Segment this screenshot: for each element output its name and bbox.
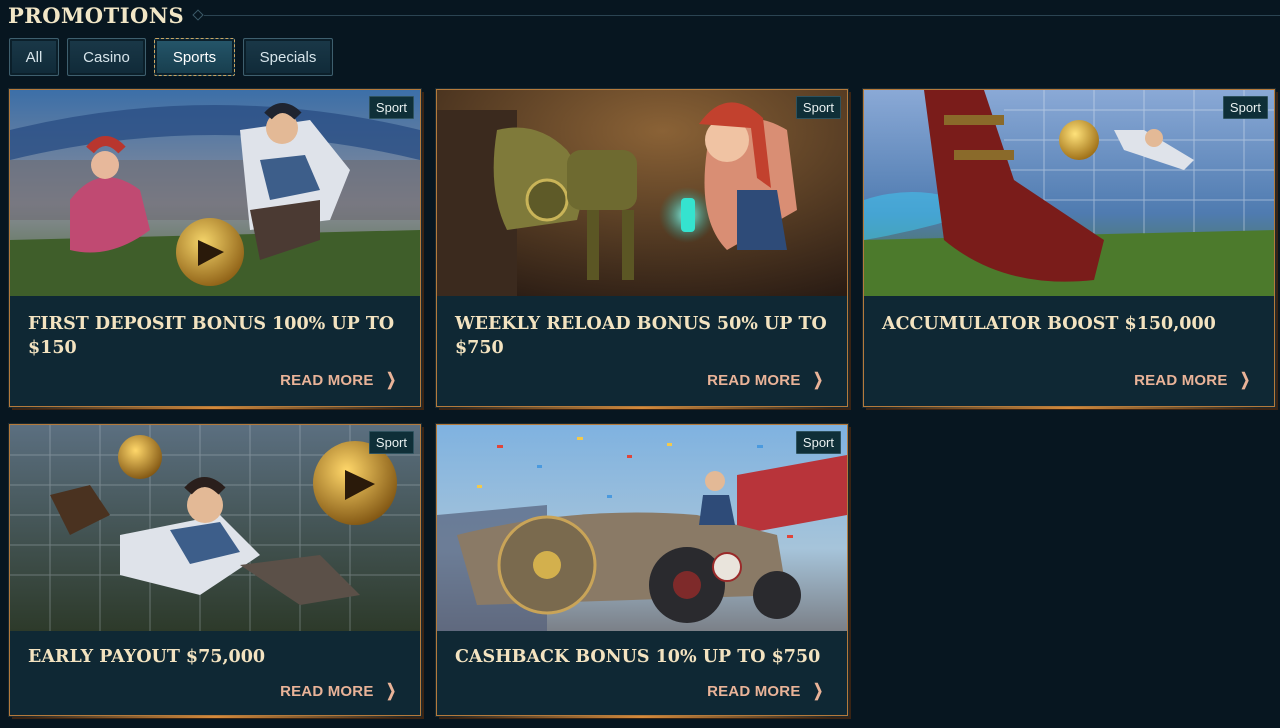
read-more-link[interactable]: READ MORE ❯: [707, 681, 825, 701]
chevron-right-icon: ❯: [1239, 370, 1250, 389]
promo-title: CASHBACK BONUS 10% UP TO $750: [455, 647, 821, 667]
promo-image-stadium: Sport: [10, 90, 420, 296]
promo-title: ACCUMULATOR BOOST $150,000: [882, 314, 1216, 334]
category-badge: Sport: [368, 431, 414, 454]
promo-image-workshop: Sport: [437, 90, 847, 296]
promo-title: EARLY PAYOUT $75,000: [28, 647, 266, 667]
promo-title: FIRST DEPOSIT BONUS 100% UP TO $150: [28, 314, 395, 358]
header-divider: [204, 14, 1280, 16]
promo-image-race-car: Sport: [437, 425, 847, 631]
promo-title: WEEKLY RELOAD BONUS 50% UP TO $750: [455, 314, 827, 358]
filter-tabs: All Casino Sports Specials: [9, 38, 333, 76]
category-badge: Sport: [1222, 96, 1268, 119]
filter-casino-button[interactable]: Casino: [67, 38, 146, 76]
promo-card[interactable]: Sport FIRST DEPOSIT BONUS 100% UP TO $15…: [9, 89, 421, 409]
filter-specials-button[interactable]: Specials: [243, 38, 333, 76]
read-more-label: READ MORE: [280, 371, 374, 389]
read-more-label: READ MORE: [707, 682, 801, 700]
promotions-page: PROMOTIONS All Casino Sports Specials Sp…: [0, 0, 1280, 728]
read-more-label: READ MORE: [280, 682, 374, 700]
read-more-label: READ MORE: [1134, 371, 1228, 389]
chevron-right-icon: ❯: [812, 681, 823, 700]
filter-sports-button[interactable]: Sports: [154, 38, 235, 76]
category-badge: Sport: [795, 96, 841, 119]
category-badge: Sport: [368, 96, 414, 119]
read-more-link[interactable]: READ MORE ❯: [280, 681, 398, 701]
read-more-link[interactable]: READ MORE ❯: [280, 370, 398, 390]
diamond-icon: [192, 9, 204, 21]
promo-card[interactable]: Sport CASHBACK BONUS 10% UP TO $750 READ…: [436, 424, 848, 718]
filter-all-button[interactable]: All: [9, 38, 59, 76]
category-badge: Sport: [795, 431, 841, 454]
page-title: PROMOTIONS: [8, 2, 185, 28]
promo-card[interactable]: Sport WEEKLY RELOAD BONUS 50% UP TO $750…: [436, 89, 848, 409]
read-more-link[interactable]: READ MORE ❯: [1134, 370, 1252, 390]
chevron-right-icon: ❯: [385, 370, 396, 389]
promo-image-goalkeeper: Sport: [10, 425, 420, 631]
promo-card[interactable]: Sport ACCUMULATOR BOOST $150,000 READ MO…: [863, 89, 1275, 409]
chevron-right-icon: ❯: [385, 681, 396, 700]
page-header: PROMOTIONS: [8, 2, 1280, 28]
promo-image-kick: Sport: [864, 90, 1274, 296]
chevron-right-icon: ❯: [812, 370, 823, 389]
read-more-label: READ MORE: [707, 371, 801, 389]
read-more-link[interactable]: READ MORE ❯: [707, 370, 825, 390]
promo-card[interactable]: Sport EARLY PAYOUT $75,000 READ MORE ❯: [9, 424, 421, 718]
